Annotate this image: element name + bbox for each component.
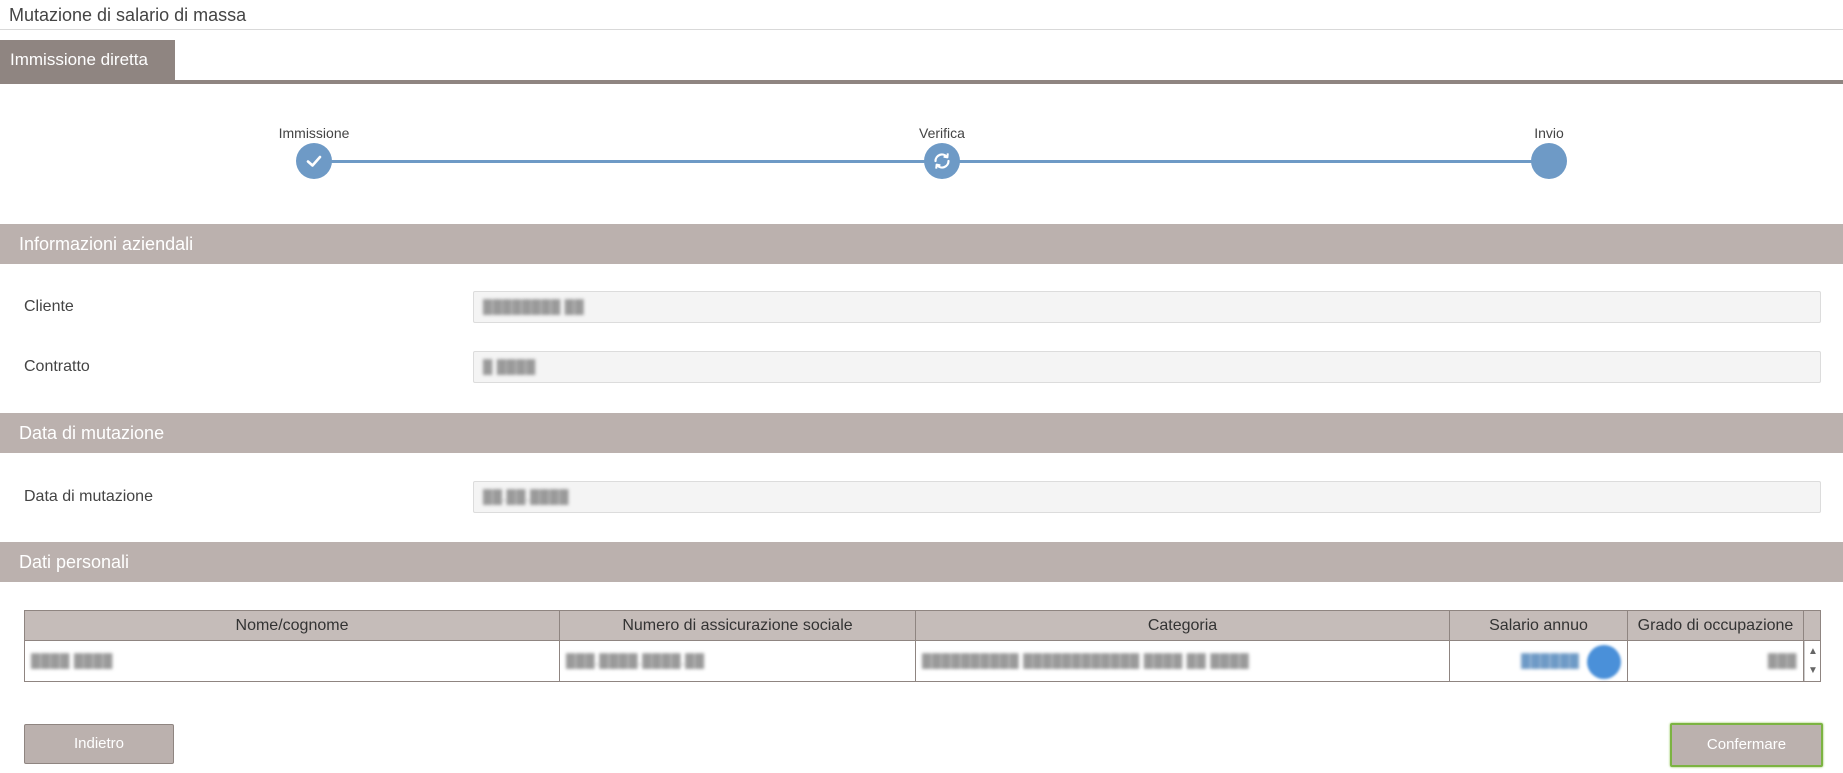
column-header-ssn[interactable]: Numero di assicurazione sociale [560,611,916,641]
column-header-name[interactable]: Nome/cognome [25,611,560,641]
cell-occupation-value: ███ [1767,653,1797,668]
cell-ssn-value: ███.████.████.██ [566,653,705,668]
step-label-invio: Invio [1534,125,1564,141]
cell-name-value: ████ ████ [31,653,113,668]
contract-label: Contratto [24,358,90,375]
scroll-up-arrow-icon[interactable]: ▲ [1808,647,1818,657]
table-header: Nome/cognome Numero di assicurazione soc… [25,611,1820,641]
confirm-button[interactable]: Confermare [1670,723,1823,767]
column-header-occupation[interactable]: Grado di occupazione [1628,611,1804,641]
contract-value: █ ████ [483,359,536,374]
info-icon[interactable] [1587,644,1621,679]
mutation-date-field[interactable]: ██.██.████ [473,481,1821,513]
page-title: Mutazione di salario di massa [9,5,247,25]
cell-ssn: ███.████.████.██ [560,641,916,681]
personal-data-table: Nome/cognome Numero di assicurazione soc… [24,610,1821,682]
title-divider [0,29,1843,30]
cell-category: ██████████ ████████████ ████ ██ ████ [916,641,1450,681]
scroll-down-arrow-icon[interactable]: ▼ [1808,666,1818,676]
client-label: Cliente [24,298,74,315]
step-done-check-icon [296,143,332,179]
section-header-personal: Dati personali [0,542,1843,582]
step-progress-refresh-icon [924,143,960,179]
cell-category-value: ██████████ ████████████ ████ ██ ████ [922,653,1250,668]
section-header-company: Informazioni aziendali [0,224,1843,264]
mutation-date-label: Data di mutazione [24,488,153,505]
tab-underline [0,80,1843,84]
step-label-verifica: Verifica [919,125,965,141]
step-label-immissione: Immissione [278,125,350,141]
table-row[interactable]: ████ ████ ███.████.████.██ ██████████ ██… [25,641,1820,681]
column-header-category[interactable]: Categoria [916,611,1450,641]
step-pending-circle-icon [1531,143,1567,179]
cell-occupation: ███ [1628,641,1804,681]
cell-name: ████ ████ [25,641,560,681]
contract-field[interactable]: █ ████ [473,351,1821,383]
back-button[interactable]: Indietro [24,724,174,764]
client-field[interactable]: ████████ ██ [473,291,1821,323]
mutation-date-value: ██.██.████ [483,489,569,504]
tab-immissione-diretta[interactable]: Immissione diretta [0,40,175,80]
client-value: ████████ ██ [483,299,585,314]
cell-salary: ██████ [1450,641,1628,681]
table-scrollbar[interactable]: ▲ ▼ [1804,641,1820,681]
section-header-mutation: Data di mutazione [0,413,1843,453]
column-header-salary[interactable]: Salario annuo [1450,611,1628,641]
cell-salary-value[interactable]: ██████ [1521,653,1579,668]
